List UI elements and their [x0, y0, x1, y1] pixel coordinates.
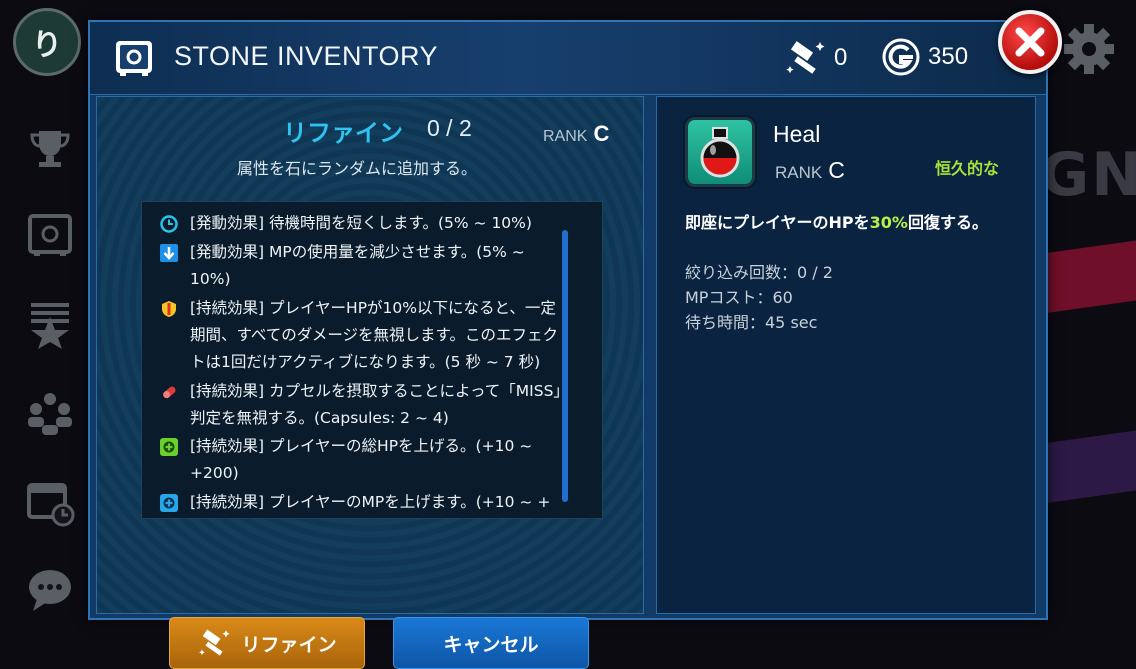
safe-icon — [116, 41, 152, 76]
stone-inventory-dialog: STONE INVENTORY 0 350 リファイン 0 / 2 RANK C … — [88, 20, 1048, 669]
effects-list[interactable]: [発動効果] 待機時間を短くします。(5% ~ 10%) [発動効果] MPの使… — [141, 201, 603, 519]
rank-value: C — [593, 121, 610, 146]
effect-text: [持続効果] プレイヤーのMPを上げます。(+10 ~ + — [190, 493, 551, 511]
avatar[interactable]: り — [13, 8, 81, 76]
team-icon[interactable] — [22, 384, 78, 440]
desc-suffix: 回復する。 — [907, 213, 988, 232]
stone-detail-panel: Heal RANK C 恒久的な 即座にプレイヤーのHPを30%回復する。 絞り込… — [656, 96, 1036, 614]
trophy-icon[interactable] — [22, 120, 78, 176]
hammer-counter: 0 — [784, 38, 847, 78]
gold-amount-value: 350 — [928, 43, 969, 70]
clock-icon — [160, 215, 178, 233]
dialog-header: STONE INVENTORY 0 350 — [90, 22, 1046, 95]
rank-label: RANK — [775, 163, 823, 182]
rank-value: C — [828, 157, 845, 183]
effect-item: [発動効果] MPの使用量を減少させます。(5% ~ 10%) — [160, 239, 570, 293]
close-icon — [1015, 27, 1045, 57]
refine-count: 0 / 2 — [427, 115, 472, 141]
refine-button[interactable]: リファイン — [169, 617, 365, 669]
effect-text: [持続効果] プレイヤーHPが10%以下になると、一定期間、すべてのダメージを無… — [190, 299, 558, 371]
refine-heading: リファイン — [283, 119, 403, 147]
hammer-icon — [786, 41, 825, 74]
dialog-title: STONE INVENTORY — [174, 41, 439, 71]
refine-description: 属性を石にランダムに追加する。 — [237, 159, 478, 178]
hammer-count-value: 0 — [834, 44, 848, 71]
stat-wait-time: 待ち時間：45 sec — [685, 313, 818, 332]
cancel-button[interactable]: キャンセル — [393, 617, 589, 669]
shield-icon — [162, 301, 176, 317]
effect-item: [持続効果] プレイヤーのMPを上げます。(+10 ~ + — [160, 489, 570, 516]
stone-description: 即座にプレイヤーのHPを30%回復する。 — [685, 209, 988, 233]
chat-icon[interactable] — [22, 560, 78, 616]
cancel-button-label: キャンセル — [443, 633, 539, 656]
safe-icon[interactable] — [22, 206, 78, 262]
refine-button-label: リファイン — [241, 633, 337, 656]
stat-mp-cost: MPコスト：60 — [685, 288, 793, 307]
stone-rank: RANK C — [775, 157, 845, 184]
hammer-icon — [199, 629, 231, 656]
down-arrow-icon — [160, 244, 178, 262]
close-button[interactable] — [998, 10, 1062, 74]
ranking-icon[interactable] — [22, 296, 78, 352]
effect-text: [発動効果] 待機時間を短くします。(5% ~ 10%) — [190, 214, 532, 232]
desc-prefix: 即座にプレイヤーのHPを — [685, 213, 870, 232]
stone-name: Heal — [773, 121, 821, 147]
effect-item: [発動効果] 待機時間を短くします。(5% ~ 10%) — [160, 210, 570, 237]
potion-icon — [685, 117, 755, 187]
settings-gear-icon[interactable] — [1062, 22, 1116, 76]
background-logo-text: GN — [1040, 140, 1136, 210]
plus-green-icon — [160, 438, 178, 456]
gold-coin-icon — [882, 38, 920, 76]
effect-item: [持続効果] プレイヤーHPが10%以下になると、一定期間、すべてのダメージを無… — [160, 295, 570, 376]
gold-counter: 350 — [882, 38, 968, 76]
refine-rank: RANK C — [543, 121, 609, 147]
plus-blue-icon — [160, 494, 178, 512]
duration-type: 恒久的な — [935, 159, 1000, 178]
effect-item: [持続効果] プレイヤーの総HPを上げる。(+10 ~ +200) — [160, 433, 570, 487]
side-rail: り — [0, 0, 100, 640]
rank-label: RANK — [543, 128, 588, 145]
effect-text: [持続効果] プレイヤーの総HPを上げる。(+10 ~ +200) — [190, 437, 533, 482]
desc-highlight: 30% — [869, 213, 908, 232]
capsule-icon — [163, 386, 176, 399]
effects-scrollbar[interactable] — [562, 230, 568, 502]
stat-refine-count: 絞り込み回数：0 / 2 — [685, 263, 833, 282]
effect-item: [持続効果] カプセルを摂取することによって「MISS」判定を無視する。(Cap… — [160, 378, 570, 432]
effect-text: [持続効果] カプセルを摂取することによって「MISS」判定を無視する。(Cap… — [190, 382, 569, 427]
effect-text: [発動効果] MPの使用量を減少させます。(5% ~ 10%) — [190, 243, 525, 288]
calendar-icon[interactable] — [22, 474, 78, 530]
